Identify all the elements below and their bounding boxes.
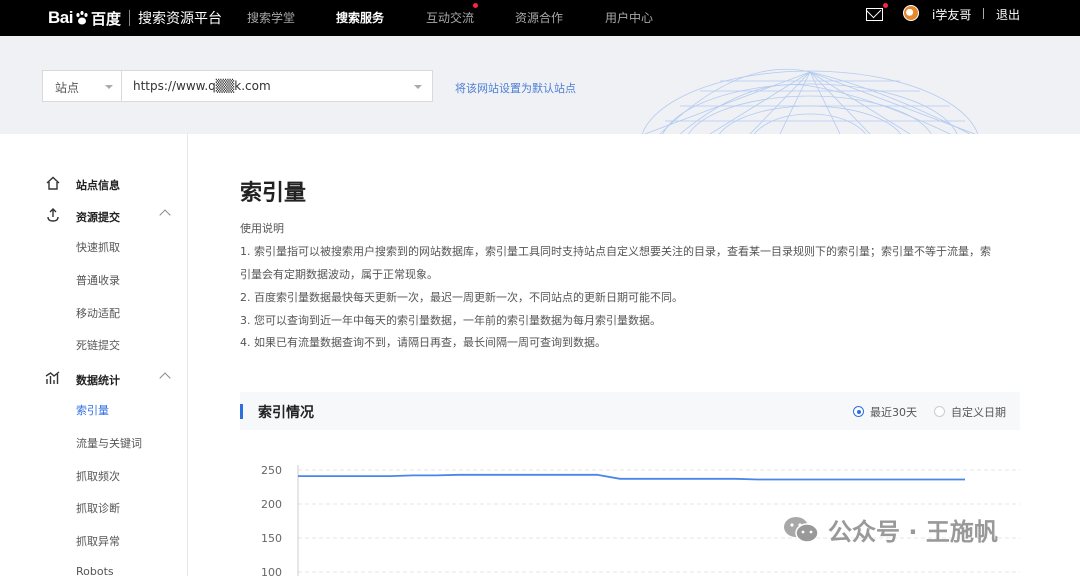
watermark: 公众号 · 王施帆	[782, 512, 998, 547]
y-tick-label: 150	[261, 532, 282, 545]
usage-note-3: 3. 您可以查询到近一年中每天的索引量数据，一年前的索引量数据为每月索引量数据。	[240, 314, 661, 327]
logo-text: Bai	[48, 8, 73, 27]
chevron-up-icon[interactable]	[159, 372, 171, 384]
divider	[983, 8, 984, 19]
sidebar-group-stats[interactable]: 数据统计	[0, 369, 188, 389]
index-panel-header: 索引情况 最近30天 自定义日期	[240, 392, 1020, 430]
top-nav-bar: Bai 百度 搜索资源平台 搜索学堂 搜索服务 互动交流 资源合作 用户中心 i…	[0, 0, 1080, 36]
usage-note-2: 2. 百度索引量数据最快每天更新一次，最迟一周更新一次，不同站点的更新日期可能不…	[240, 291, 683, 304]
sidebar-item-normal-index[interactable]: 普通收录	[76, 272, 120, 288]
sidebar-item-index-volume[interactable]: 索引量	[76, 402, 109, 418]
mail-icon[interactable]	[866, 8, 883, 21]
radio-custom-label[interactable]: 自定义日期	[951, 404, 1006, 420]
nav-search-service[interactable]: 搜索服务	[336, 9, 384, 26]
nav-user-center[interactable]: 用户中心	[605, 9, 653, 26]
chevron-down-icon	[414, 85, 422, 89]
sidebar: 站点信息 资源提交 快速抓取 普通收录 移动适配 死链提交 数据统计 索引量 流…	[0, 134, 188, 578]
sidebar-item-crawl-frequency[interactable]: 抓取频次	[76, 468, 120, 484]
y-tick-label: 200	[261, 498, 282, 511]
page-title: 索引量	[240, 181, 307, 206]
radio-custom-date[interactable]	[934, 406, 945, 417]
baidu-logo[interactable]: Bai 百度 搜索资源平台	[48, 7, 222, 29]
avatar[interactable]	[903, 5, 919, 21]
sidebar-item-dead-link[interactable]: 死链提交	[76, 337, 120, 353]
sidebar-group-label: 数据统计	[76, 374, 120, 387]
stats-icon	[45, 371, 60, 384]
chevron-up-icon[interactable]	[159, 209, 171, 221]
usage-title: 使用说明	[240, 222, 284, 235]
sidebar-group-submit[interactable]: 资源提交	[0, 206, 188, 226]
usage-note-1: 1. 索引量指可以被搜索用户搜索到的网站数据库，索引量工具同时支持站点自定义想要…	[240, 245, 991, 258]
sidebar-item-crawl-errors[interactable]: 抓取异常	[76, 533, 120, 549]
radio-recent-30-days[interactable]	[853, 406, 864, 417]
watermark-text: 公众号 · 王施帆	[828, 518, 998, 546]
site-selector-bar: 站点 https://www.q▒▒k.com 将该网站设置为默认站点	[0, 36, 1080, 134]
sidebar-item-fast-crawl[interactable]: 快速抓取	[76, 239, 120, 255]
sidebar-item-mobile-adapt[interactable]: 移动适配	[76, 305, 120, 321]
chevron-down-icon	[105, 85, 113, 89]
paw-icon	[76, 11, 88, 25]
site-label: 站点	[55, 81, 80, 95]
nav-search-school[interactable]: 搜索学堂	[247, 9, 295, 26]
site-type-dropdown[interactable]: 站点	[42, 70, 122, 102]
notification-dot	[473, 3, 478, 8]
site-url: https://www.q▒▒k.com	[133, 79, 271, 93]
sidebar-item-traffic-keywords[interactable]: 流量与关键词	[76, 435, 142, 451]
y-tick-label: 250	[261, 464, 282, 477]
sidebar-group-label: 站点信息	[76, 179, 120, 192]
mail-badge	[883, 3, 888, 8]
logout-link[interactable]: 退出	[996, 6, 1020, 23]
logo-divider	[128, 10, 130, 26]
accent-bar	[240, 404, 243, 419]
home-icon	[46, 176, 60, 190]
nav-cooperation[interactable]: 资源合作	[515, 9, 563, 26]
wechat-icon	[784, 516, 819, 543]
site-url-dropdown[interactable]: https://www.q▒▒k.com	[121, 70, 433, 102]
sidebar-group-label: 资源提交	[76, 211, 120, 224]
globe-illustration	[641, 68, 979, 134]
nav-interaction[interactable]: 互动交流	[426, 9, 474, 26]
usage-note-4: 4. 如果已有流量数据查询不到，请隔日再查，最长间隔一周可查询到数据。	[240, 336, 606, 349]
sidebar-item-crawl-diagnosis[interactable]: 抓取诊断	[76, 500, 120, 516]
platform-name: 搜索资源平台	[137, 11, 222, 27]
panel-title: 索引情况	[258, 405, 314, 421]
index-series-line[interactable]	[298, 473, 965, 481]
radio-recent-label[interactable]: 最近30天	[870, 404, 917, 420]
set-default-site-link[interactable]: 将该网站设置为默认站点	[455, 80, 576, 96]
submit-icon	[47, 208, 59, 222]
usage-note-1-cont: 引量会有定期数据波动，属于正常现象。	[240, 268, 438, 281]
sidebar-group-site-info[interactable]: 站点信息	[0, 174, 188, 194]
username[interactable]: i学友哥	[932, 6, 971, 23]
sidebar-item-robots[interactable]: Robots	[76, 565, 114, 578]
logo-du: 百度	[90, 9, 121, 28]
y-tick-label: 100	[261, 566, 282, 576]
